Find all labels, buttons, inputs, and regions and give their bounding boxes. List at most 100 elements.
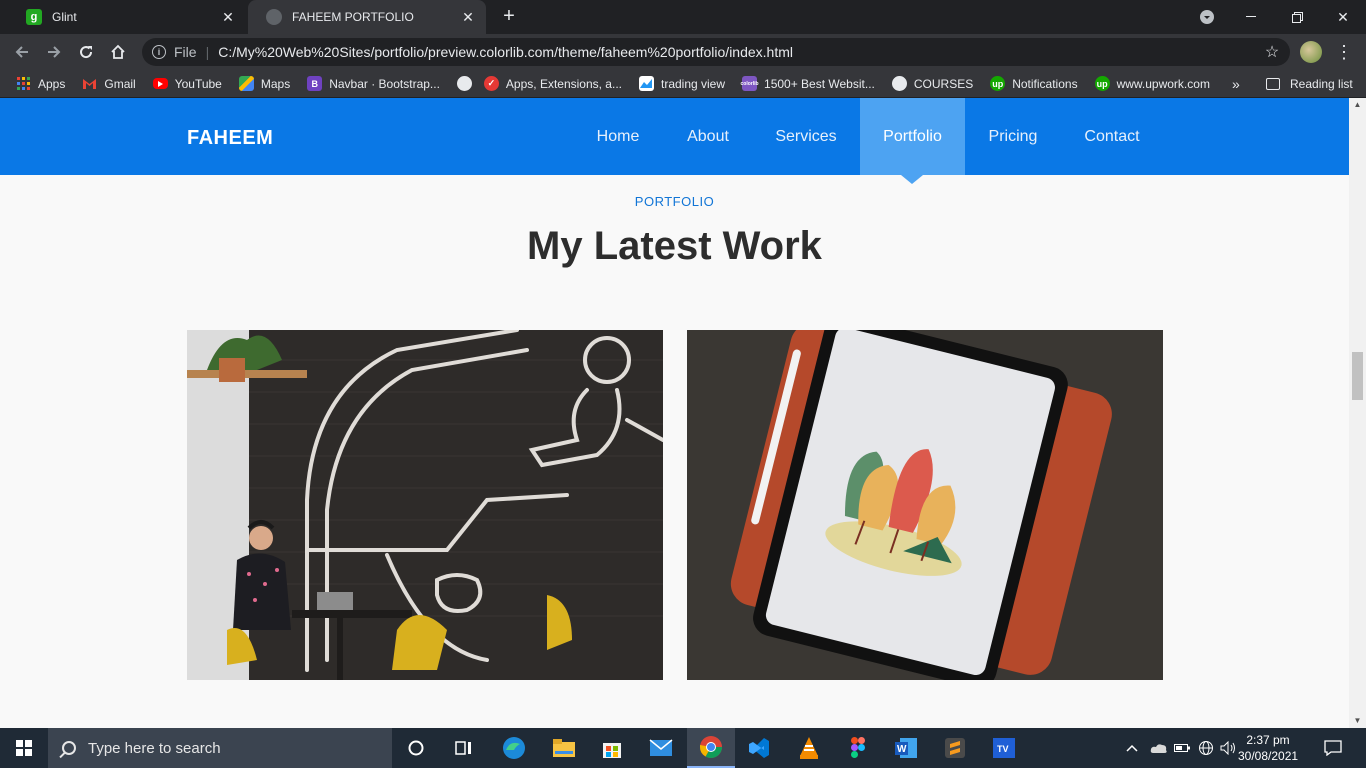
nav-link-services[interactable]: Services	[758, 98, 854, 175]
bookmark-extensions[interactable]: ✓ Apps, Extensions, a...	[483, 76, 622, 91]
notifications-icon[interactable]	[1316, 728, 1350, 768]
typora-icon[interactable]: TV	[980, 728, 1028, 768]
forward-arrow-icon[interactable]	[42, 40, 66, 64]
scroll-up-arrow-icon[interactable]: ▲	[1349, 98, 1366, 112]
bookmark-tradingview[interactable]: trading view	[638, 76, 725, 91]
close-window-icon[interactable]: ✕	[1320, 0, 1366, 34]
clock-date: 30/08/2021	[1238, 749, 1299, 763]
back-arrow-icon[interactable]	[10, 40, 34, 64]
bookmark-label: Notifications	[1012, 76, 1078, 91]
address-bar[interactable]: i File | C:/My%20Web%20Sites/portfolio/p…	[142, 38, 1290, 66]
tab-title: FAHEEM PORTFOLIO	[292, 10, 414, 24]
bookmark-maps[interactable]: Maps	[238, 76, 291, 91]
portfolio-item-cafe-mural[interactable]	[187, 330, 663, 680]
restore-icon[interactable]	[1274, 0, 1320, 34]
home-icon[interactable]	[106, 40, 130, 64]
onedrive-icon[interactable]	[1150, 728, 1170, 768]
reading-list-button[interactable]: Reading list	[1266, 70, 1353, 98]
task-view-icon[interactable]	[440, 728, 488, 768]
mail-icon[interactable]	[637, 728, 685, 768]
scrollbar-thumb[interactable]	[1352, 352, 1363, 400]
bookmarks-overflow-chevron-icon[interactable]: »	[1232, 70, 1240, 98]
tray-overflow-chevron-icon[interactable]	[1126, 728, 1144, 768]
scroll-down-arrow-icon[interactable]: ▼	[1349, 714, 1366, 728]
site-brand-logo[interactable]: FAHEEM	[187, 127, 273, 150]
site-navbar: FAHEEM Home About Services Portfolio Pri…	[0, 98, 1349, 175]
tab-faheem-portfolio[interactable]: FAHEEM PORTFOLIO ✕	[248, 0, 486, 34]
windows-taskbar: Type here to search W TV 2:37 pm 30/08/2…	[0, 728, 1366, 768]
taskbar-search-box[interactable]: Type here to search	[48, 728, 392, 768]
tab-glint[interactable]: g Glint ✕	[8, 0, 246, 34]
close-tab-icon[interactable]: ✕	[460, 9, 476, 26]
microsoft-store-icon[interactable]	[588, 728, 636, 768]
minimize-icon[interactable]	[1228, 0, 1274, 34]
edge-browser-icon[interactable]	[490, 728, 538, 768]
bookmark-label: Navbar · Bootstrap...	[329, 76, 440, 91]
vscode-icon[interactable]	[735, 728, 783, 768]
bookmark-gmail[interactable]: Gmail	[82, 76, 136, 91]
menu-kebab-icon[interactable]: ⋮	[1334, 40, 1354, 64]
windows-start-icon[interactable]	[0, 728, 48, 768]
bookmark-label: Apps	[38, 76, 66, 91]
browser-toolbar: i File | C:/My%20Web%20Sites/portfolio/p…	[0, 34, 1366, 70]
browser-tab-strip: g Glint ✕ FAHEEM PORTFOLIO ✕ + ✕	[0, 0, 1366, 34]
taskbar-clock[interactable]: 2:37 pm 30/08/2021	[1238, 732, 1298, 764]
nav-link-portfolio[interactable]: Portfolio	[860, 98, 965, 175]
extensions-icon: ✓	[483, 76, 499, 91]
bookmark-label: COURSES	[913, 76, 974, 91]
bootstrap-icon: B	[307, 76, 323, 91]
file-explorer-icon[interactable]	[540, 728, 588, 768]
tablet-illustration-image	[687, 330, 1163, 680]
bookmark-label: Maps	[260, 76, 291, 91]
search-icon	[62, 741, 76, 755]
bookmark-upwork[interactable]: up www.upwork.com	[1094, 76, 1210, 91]
figma-icon[interactable]	[834, 728, 882, 768]
bookmark-colorlib[interactable]: colorlib 1500+ Best Websit...	[740, 76, 875, 91]
nav-link-about[interactable]: About	[668, 98, 748, 175]
section-kicker: PORTFOLIO	[634, 194, 715, 209]
globe-icon	[891, 76, 907, 91]
cortana-icon[interactable]	[392, 728, 440, 768]
volume-icon[interactable]	[1220, 728, 1238, 768]
tab-search-icon[interactable]	[1192, 0, 1222, 34]
bookmark-star-icon[interactable]: ☆	[1254, 42, 1290, 62]
network-globe-icon[interactable]	[1198, 728, 1216, 768]
page-scrollbar[interactable]: ▲ ▼	[1349, 98, 1366, 728]
bookmark-globe[interactable]	[456, 76, 472, 91]
gmail-icon	[82, 76, 97, 91]
tab-title: Glint	[52, 10, 77, 24]
bookmark-label: www.upwork.com	[1116, 76, 1210, 91]
glint-favicon-icon: g	[26, 9, 42, 25]
bookmark-label: YouTube	[174, 76, 222, 91]
reload-icon[interactable]	[74, 40, 98, 64]
chrome-icon[interactable]	[687, 728, 735, 768]
search-placeholder: Type here to search	[88, 739, 221, 757]
bookmark-notifications[interactable]: up Notifications	[990, 76, 1078, 91]
colorlib-icon: colorlib	[740, 76, 759, 91]
vlc-icon[interactable]	[785, 728, 833, 768]
bookmark-label: 1500+ Best Websit...	[764, 76, 875, 91]
bookmark-courses[interactable]: COURSES	[891, 76, 974, 91]
portfolio-item-tablet-illustration[interactable]	[687, 330, 1163, 680]
sublime-text-icon[interactable]	[931, 728, 979, 768]
battery-icon[interactable]	[1174, 728, 1192, 768]
close-tab-icon[interactable]: ✕	[220, 9, 236, 26]
reading-list-icon	[1266, 78, 1280, 90]
nav-link-home[interactable]: Home	[578, 98, 658, 175]
url-text[interactable]: C:/My%20Web%20Sites/portfolio/preview.co…	[218, 44, 1254, 60]
profile-avatar[interactable]	[1300, 41, 1322, 63]
reading-list-label: Reading list	[1290, 77, 1353, 91]
new-tab-button[interactable]: +	[498, 6, 520, 28]
word-icon[interactable]: W	[882, 728, 930, 768]
bookmark-apps[interactable]: Apps	[16, 76, 65, 91]
tradingview-icon	[638, 76, 654, 91]
nav-link-pricing[interactable]: Pricing	[972, 98, 1054, 175]
bookmark-bootstrap[interactable]: B Navbar · Bootstrap...	[307, 76, 440, 91]
svg-text:TV: TV	[997, 744, 1009, 754]
info-icon[interactable]: i	[152, 45, 166, 59]
nav-link-contact[interactable]: Contact	[1068, 98, 1156, 175]
globe-icon	[266, 9, 282, 25]
bookmark-youtube[interactable]: YouTube	[152, 76, 222, 91]
svg-text:W: W	[897, 744, 907, 755]
globe-icon	[456, 76, 472, 91]
